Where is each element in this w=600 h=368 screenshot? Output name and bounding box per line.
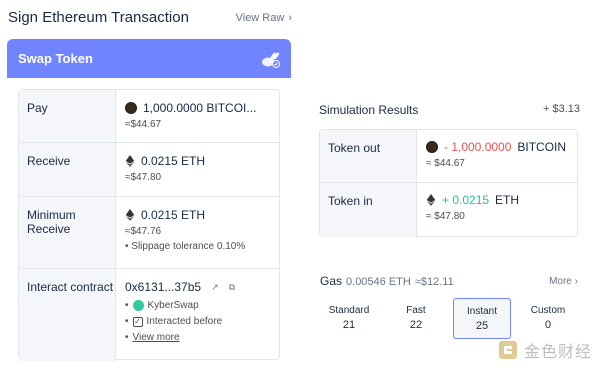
view-more-link[interactable]: View more <box>133 332 180 343</box>
minimum-receive-row: Minimum Receive 0.0215 ETH ≈$47.76 • Sli… <box>19 197 279 269</box>
copy-icon[interactable]: ⧉ <box>229 282 235 293</box>
token-in-usd: ≈ $47.80 <box>426 211 465 222</box>
gas-amount: 0.00546 ETH <box>346 276 411 288</box>
simulation-card: Token out - 1,000.0000 BITCOIN ≈ $44.67 T… <box>319 129 578 238</box>
bitcoin-token-icon <box>426 141 438 153</box>
pay-label: Pay <box>19 90 116 142</box>
more-gas-options[interactable]: More › <box>549 276 578 287</box>
transaction-details-card: Pay 1,000.0000 BITCOI... ≈$44.67 Receive… <box>18 89 280 361</box>
view-raw-label: View Raw <box>235 12 285 24</box>
swap-token-title: Swap Token <box>18 51 93 66</box>
gas-speed-standard[interactable]: Standard 21 <box>320 298 378 339</box>
receive-usd: ≈$47.80 <box>125 172 162 183</box>
gas-speed-name: Fast <box>406 305 426 316</box>
token-out-label: Token out <box>320 130 417 182</box>
rabbit-logo-icon <box>262 52 280 68</box>
gas-speed-value: 21 <box>342 319 356 331</box>
pay-row: Pay 1,000.0000 BITCOI... ≈$44.67 <box>19 90 279 143</box>
external-link-icon[interactable]: ↗ <box>211 282 219 293</box>
minimum-receive-usd: ≈$47.76 <box>125 226 162 237</box>
watermark-text: 金色财经 <box>523 342 592 361</box>
bitcoin-token-icon <box>125 102 137 114</box>
simulation-results-title: Simulation Results <box>319 103 419 117</box>
simulation-delta: + $3.13 <box>542 103 580 115</box>
token-in-label: Token in <box>320 183 417 238</box>
token-in-row: Token in + 0.0215 ETH ≈ $47.80 <box>320 183 577 238</box>
token-in-value: + 0.0215 ETH ≈ $47.80 <box>426 193 519 222</box>
token-out-row: Token out - 1,000.0000 BITCOIN ≈ $44.67 <box>320 130 577 183</box>
eth-token-icon <box>125 209 135 221</box>
token-in-amount: + 0.0215 <box>442 193 490 207</box>
gas-speed-name: Custom <box>530 305 566 316</box>
gas-line: Gas 0.00546 ETH ≈$12.11 <box>320 274 454 288</box>
minimum-receive-amount: 0.0215 ETH <box>141 208 206 222</box>
token-out-symbol: BITCOIN <box>517 140 567 154</box>
watermark-logo-icon <box>498 341 517 359</box>
interact-contract-row: Interact contract 0x6131...37b5 ↗ ⧉ • Kybe… <box>19 269 279 361</box>
more-label: More <box>549 276 572 287</box>
gas-speed-value: 22 <box>409 319 423 331</box>
interact-contract-value: 0x6131...37b5 ↗ ⧉ • KyberSwap • ✓ Interacte… <box>125 280 235 348</box>
receive-row: Receive 0.0215 ETH ≈$47.80 <box>19 143 279 197</box>
minimum-receive-value: 0.0215 ETH ≈$47.76 • Slippage tolerance … <box>125 208 245 252</box>
gas-speed-name: Standard <box>328 305 370 316</box>
receive-label: Receive <box>19 143 116 196</box>
interact-contract-label: Interact contract <box>19 269 116 361</box>
view-more-item: • View more <box>125 332 180 343</box>
top-bar: Sign Ethereum Transaction View Raw › <box>8 9 292 29</box>
check-icon: ✓ <box>132 316 143 327</box>
pay-amount: 1,000.0000 BITCOI... <box>143 101 257 115</box>
watermark: 金色财经 <box>498 338 592 362</box>
token-in-symbol: ETH <box>495 193 520 207</box>
receive-amount: 0.0215 ETH <box>141 154 206 168</box>
protocol-name: KyberSwap <box>147 300 199 311</box>
interacted-item: • ✓ Interacted before <box>125 316 223 327</box>
slippage-tolerance: • Slippage tolerance 0.10% <box>125 241 246 252</box>
chevron-right-icon: › <box>574 276 578 287</box>
chevron-right-icon: › <box>288 12 292 24</box>
page-title: Sign Ethereum Transaction <box>8 9 189 26</box>
protocol-item: • KyberSwap <box>125 300 199 311</box>
eth-token-icon <box>125 155 135 167</box>
swap-token-header: Swap Token <box>7 39 291 78</box>
token-out-usd: ≈ $44.67 <box>426 158 465 169</box>
gas-usd: ≈$12.11 <box>414 276 454 288</box>
gas-speed-instant[interactable]: Instant 25 <box>453 298 511 339</box>
minimum-receive-label: Minimum Receive <box>19 197 116 268</box>
gas-speed-fast[interactable]: Fast 22 <box>387 298 445 339</box>
token-out-amount: - 1,000.0000 <box>444 140 512 154</box>
token-out-value: - 1,000.0000 BITCOIN ≈ $44.67 <box>426 140 566 169</box>
gas-speed-custom[interactable]: Custom 0 <box>519 298 577 339</box>
gas-speed-value: 0 <box>544 319 552 331</box>
eth-token-icon <box>426 194 436 206</box>
gas-label: Gas <box>320 274 343 288</box>
view-raw-link[interactable]: View Raw › <box>236 12 292 24</box>
kyberswap-icon <box>132 300 144 311</box>
pay-usd: ≈$44.67 <box>125 119 162 130</box>
pay-value: 1,000.0000 BITCOI... ≈$44.67 <box>125 101 256 130</box>
interacted-before: Interacted before <box>146 316 223 327</box>
contract-address: 0x6131...37b5 <box>125 280 202 294</box>
receive-value: 0.0215 ETH ≈$47.80 <box>125 154 205 183</box>
gas-speed-name: Instant <box>466 306 498 317</box>
gas-speed-value: 25 <box>475 320 489 332</box>
